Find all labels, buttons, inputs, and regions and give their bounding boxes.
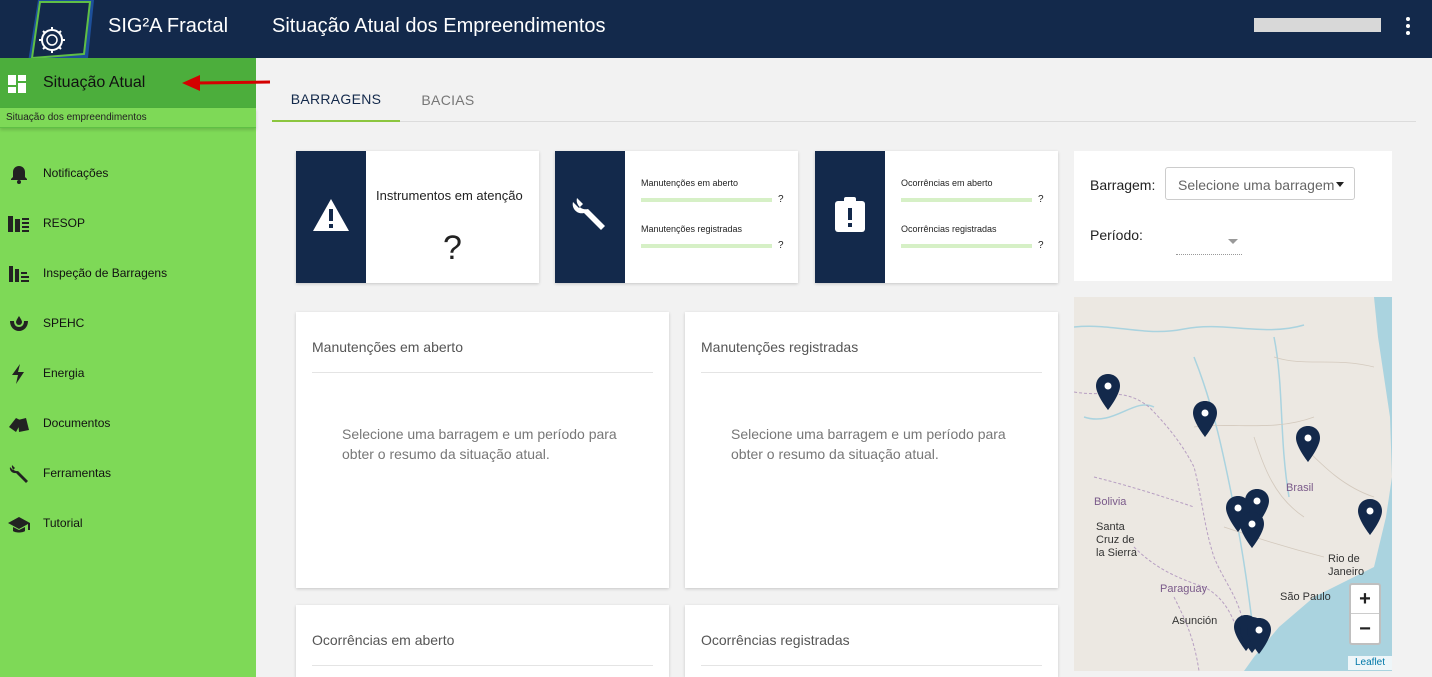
stat-bar [901, 198, 1032, 202]
sidebar-item-tutorial[interactable]: Tutorial [0, 505, 256, 545]
stat-value: ? [1038, 240, 1044, 251]
panel-title: Manutenções registradas [701, 339, 859, 355]
sidebar-item-spehc[interactable]: SPEHC [0, 305, 256, 345]
top-bar: SIG²A Fractal Situação Atual dos Empreen… [0, 0, 1432, 62]
map-marker-icon [1358, 499, 1382, 535]
wrench-icon [8, 463, 30, 485]
periodo-label: Período: [1090, 227, 1143, 243]
panel-ocorrencias-registradas: Ocorrências registradas [685, 605, 1058, 677]
more-options-icon[interactable] [1400, 14, 1416, 38]
sidebar-item-label: Inspeção de Barragens [43, 266, 168, 280]
warning-icon [312, 198, 350, 237]
panel-title: Manutenções em aberto [312, 339, 463, 355]
app-logo[interactable] [28, 0, 94, 62]
sidebar-item-energia[interactable]: Energia [0, 355, 256, 395]
periodo-select[interactable] [1176, 235, 1242, 255]
divider [312, 665, 653, 666]
sidebar-item-ferramentas[interactable]: Ferramentas [0, 455, 256, 495]
instrumentos-title: Instrumentos em atenção [376, 188, 523, 203]
caret-down-icon [1228, 239, 1238, 244]
manutencoes-card: Manutenções em aberto ? Manutenções regi… [555, 151, 798, 283]
sidebar-item-label: Tutorial [43, 516, 83, 530]
panel-title: Ocorrências em aberto [312, 632, 455, 648]
sidebar-item-resop[interactable]: RESOP [0, 205, 256, 245]
sidebar-item-label: Documentos [43, 416, 111, 430]
bell-icon [8, 163, 30, 185]
sidebar-item-label: RESOP [43, 216, 86, 230]
sidebar-item-label: SPEHC [43, 316, 85, 330]
instrumentos-value: ? [443, 229, 462, 267]
resop-icon [8, 213, 30, 235]
sidebar: Situação Atual Situação dos empreendimen… [0, 58, 256, 677]
stat-bar [641, 244, 772, 248]
ocorrencias-card: Ocorrências em aberto ? Ocorrências regi… [815, 151, 1058, 283]
red-arrow-annotation [182, 75, 271, 91]
app-name: SIG²A Fractal [108, 15, 229, 37]
sidebar-item-documentos[interactable]: Documentos [0, 405, 256, 445]
zoom-in-button[interactable]: + [1351, 585, 1379, 614]
panel-manutencoes-aberto: Manutenções em aberto Selecione uma barr… [296, 312, 669, 588]
panel-title: Ocorrências registradas [701, 632, 850, 648]
sidebar-active-label: Situação Atual [43, 74, 146, 91]
stat-label: Ocorrências registradas [901, 224, 997, 234]
map-view[interactable]: Brasil Bolivia Santa Cruz de la Sierra P… [1074, 297, 1392, 671]
divider [312, 372, 653, 373]
panel-ocorrencias-aberto: Ocorrências em aberto [296, 605, 669, 677]
barragem-placeholder: Selecione uma barragem [1178, 177, 1335, 193]
empty-message: Selecione uma barragem e um período para… [731, 426, 1006, 462]
card-icon-panel [815, 151, 885, 283]
graduation-cap-icon [8, 513, 30, 535]
divider [701, 665, 1042, 666]
clipboard-alert-icon [834, 196, 866, 238]
stat-label: Manutenções registradas [641, 224, 743, 234]
stat-value: ? [1038, 194, 1044, 205]
stat-value: ? [778, 240, 784, 251]
map-marker-icon [1096, 374, 1120, 410]
sidebar-item-label: Energia [43, 366, 85, 380]
card-icon-panel [296, 151, 366, 283]
documents-icon [8, 413, 30, 435]
caret-down-icon [1336, 182, 1344, 187]
sidebar-item-label: Notificações [43, 166, 109, 180]
inspection-icon [8, 263, 30, 285]
sidebar-active-subtitle: Situação dos empreendimentos [0, 108, 256, 128]
ocorrencias-registered-stat: Ocorrências registradas ? [901, 224, 1044, 251]
map-marker-icon [1296, 426, 1320, 462]
map-marker-icon [1240, 512, 1264, 548]
lightning-icon [8, 363, 30, 385]
manutencoes-open-stat: Manutenções em aberto ? [641, 178, 784, 205]
page-title: Situação Atual dos Empreendimentos [272, 15, 606, 37]
sidebar-item-inspecao[interactable]: Inspeção de Barragens [0, 255, 256, 295]
map-marker-icon [1193, 401, 1217, 437]
tab-barragens[interactable]: BARRAGENS [272, 78, 400, 122]
leaflet-attribution-link[interactable]: Leaflet [1348, 656, 1392, 670]
barragem-label: Barragem: [1090, 177, 1156, 193]
stat-bar [901, 244, 1032, 248]
user-name-redacted[interactable] [1254, 18, 1381, 32]
stat-value: ? [778, 194, 784, 205]
stat-label: Manutenções em aberto [641, 178, 739, 188]
panel-manutencoes-registradas: Manutenções registradas Selecione uma ba… [685, 312, 1058, 588]
tab-bar: BARRAGENS BACIAS [272, 78, 1416, 122]
empty-message: Selecione uma barragem e um período para… [342, 426, 617, 462]
map-zoom-control: + − [1349, 583, 1381, 645]
spehc-icon [8, 313, 30, 335]
instrumentos-card: Instrumentos em atenção ? [296, 151, 539, 283]
divider [701, 372, 1042, 373]
sidebar-item-notificacoes[interactable]: Notificações [0, 155, 256, 195]
dashboard-icon [8, 75, 27, 99]
sidebar-item-label: Ferramentas [43, 466, 112, 480]
tab-bacias[interactable]: BACIAS [400, 78, 496, 122]
barragem-select[interactable]: Selecione uma barragem [1165, 167, 1355, 200]
stat-bar [641, 198, 772, 202]
sidebar-subtitle-text: Situação dos empreendimentos [6, 112, 147, 123]
filter-card: Barragem: Selecione uma barragem Período… [1074, 151, 1392, 281]
stat-label: Ocorrências em aberto [901, 178, 993, 188]
ocorrencias-open-stat: Ocorrências em aberto ? [901, 178, 1044, 205]
zoom-out-button[interactable]: − [1351, 615, 1379, 644]
manutencoes-registered-stat: Manutenções registradas ? [641, 224, 784, 251]
card-icon-panel [555, 151, 625, 283]
wrench-icon [571, 196, 609, 239]
map-markers [1096, 374, 1382, 654]
